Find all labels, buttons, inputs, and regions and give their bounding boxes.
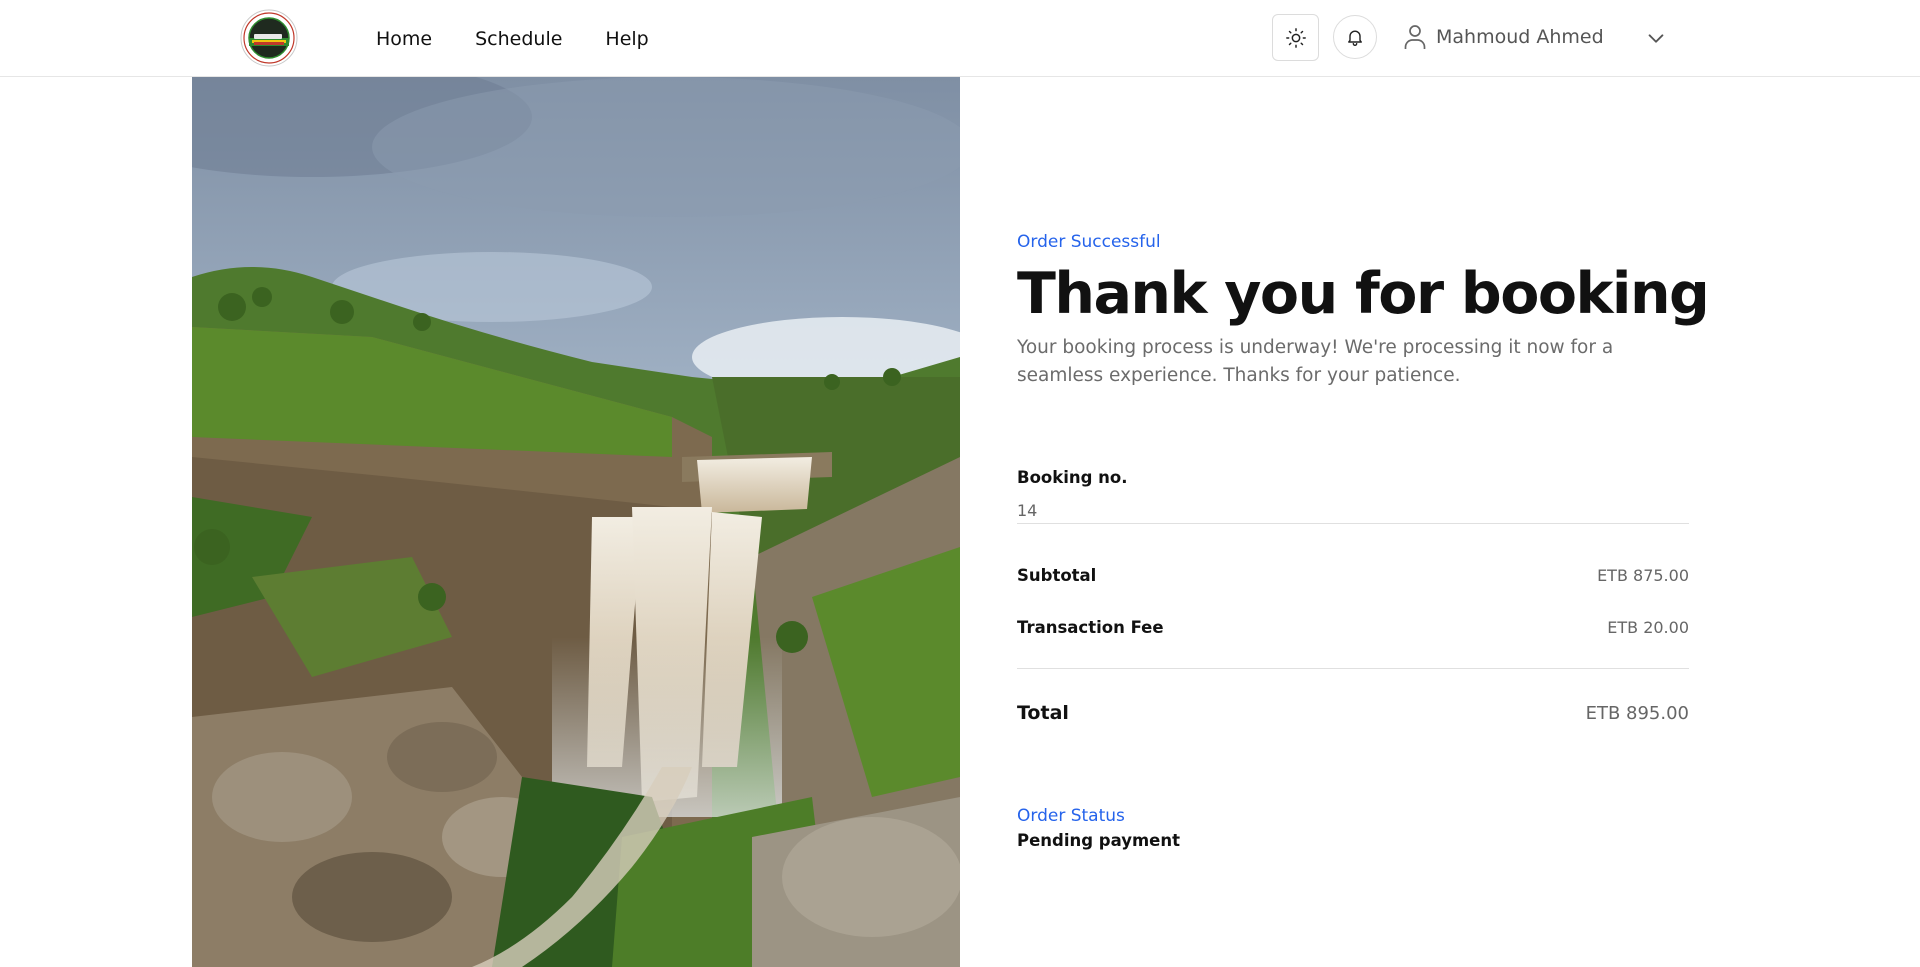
notifications-button[interactable] xyxy=(1333,15,1377,59)
subtotal-value: ETB 875.00 xyxy=(1597,565,1689,585)
page-title: Thank you for booking xyxy=(1017,261,1710,327)
user-menu-toggle[interactable] xyxy=(1645,28,1667,54)
waterfall-photo xyxy=(192,77,960,967)
main-nav: Home Schedule Help xyxy=(376,26,692,52)
chevron-down-icon xyxy=(1648,34,1664,43)
transaction-fee-row: Transaction Fee ETB 20.00 xyxy=(1017,616,1689,638)
user-name: Mahmoud Ahmed xyxy=(1436,26,1604,48)
transaction-fee-value: ETB 20.00 xyxy=(1607,617,1689,637)
brand-logo[interactable] xyxy=(240,9,298,67)
booking-number-value: 14 xyxy=(1017,501,1038,520)
order-success-label: Order Successful xyxy=(1017,232,1161,252)
divider xyxy=(1017,668,1689,669)
user-menu[interactable]: Mahmoud Ahmed xyxy=(1403,22,1604,52)
total-value: ETB 895.00 xyxy=(1585,702,1689,724)
order-description: Your booking process is underway! We're … xyxy=(1017,337,1614,386)
nav-schedule-link[interactable]: Schedule xyxy=(475,26,562,52)
top-navbar: Home Schedule Help Mahmoud Ahmed xyxy=(0,0,1920,77)
bell-icon xyxy=(1348,30,1362,46)
transaction-fee-label: Transaction Fee xyxy=(1017,617,1164,637)
divider xyxy=(1017,523,1689,524)
user-icon xyxy=(1404,25,1426,49)
subtotal-row: Subtotal ETB 875.00 xyxy=(1017,564,1689,586)
theme-toggle-button[interactable] xyxy=(1272,14,1319,61)
total-row: Total ETB 895.00 xyxy=(1017,700,1689,726)
order-status-label: Order Status xyxy=(1017,806,1125,826)
sun-icon xyxy=(1285,27,1306,48)
nav-home-link[interactable]: Home xyxy=(376,26,432,52)
logo-emblem-icon xyxy=(240,9,298,67)
total-label: Total xyxy=(1017,702,1069,724)
waterfall-landscape-image xyxy=(192,77,960,967)
order-status-value: Pending payment xyxy=(1017,831,1181,850)
booking-number-label: Booking no. xyxy=(1017,468,1128,487)
subtotal-label: Subtotal xyxy=(1017,565,1097,585)
nav-help-link[interactable]: Help xyxy=(605,26,648,52)
